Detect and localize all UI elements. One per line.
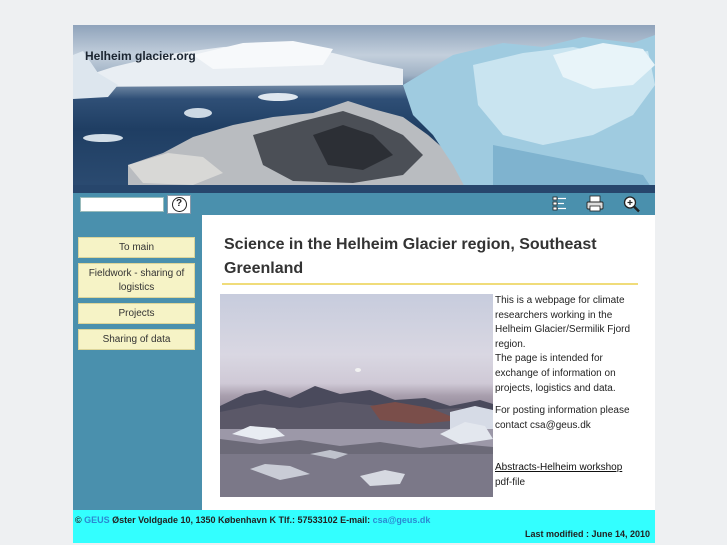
geus-link[interactable]: GEUS	[84, 515, 110, 525]
nav-fieldwork[interactable]: Fieldwork - sharing of logistics	[78, 263, 195, 298]
nav-to-main[interactable]: To main	[78, 237, 195, 258]
intro-paragraph-2: The page is intended for exchange of inf…	[495, 353, 616, 394]
toolbar: ?	[73, 193, 655, 215]
heading-divider	[222, 283, 638, 285]
intro-text: This is a webpage for climate researcher…	[495, 294, 645, 396]
last-modified: Last modified : June 14, 2010	[524, 529, 650, 539]
print-icon[interactable]	[585, 195, 605, 213]
footer-address: Øster Voldgade 10, 1350 København K Tlf.…	[109, 515, 373, 525]
help-icon: ?	[171, 197, 187, 212]
search-input[interactable]	[80, 197, 164, 212]
main-content: Science in the Helheim Glacier region, S…	[202, 215, 655, 510]
copyright-symbol: ©	[75, 515, 82, 525]
fjord-photo	[220, 294, 493, 497]
page-title: Science in the Helheim Glacier region, S…	[224, 236, 597, 277]
page: Helheim glacier.org ? To main Fieldwork …	[73, 25, 655, 543]
site-title[interactable]: Helheim glacier.org	[85, 49, 196, 63]
footer-email-link[interactable]: csa@geus.dk	[373, 515, 431, 525]
sidebar: To main Fieldwork - sharing of logistics…	[73, 215, 202, 510]
nav-projects[interactable]: Projects	[78, 303, 195, 324]
fjord-photo-art	[220, 368, 493, 497]
nav-sharing-of-data[interactable]: Sharing of data	[78, 329, 195, 350]
zoom-icon[interactable]	[622, 195, 642, 213]
abstracts-link[interactable]: Abstracts-Helheim workshop	[495, 462, 622, 473]
contact-text: For posting information please contact c…	[495, 405, 630, 431]
header-banner: Helheim glacier.org	[73, 25, 655, 193]
footer-contact-line: © GEUS Øster Voldgade 10, 1350 København…	[75, 515, 430, 525]
help-button[interactable]: ?	[167, 195, 191, 214]
footer: © GEUS Øster Voldgade 10, 1350 København…	[73, 510, 655, 543]
intro-paragraph-1: This is a webpage for climate researcher…	[495, 295, 631, 350]
sitemap-icon[interactable]	[550, 195, 570, 213]
pdf-note: pdf-file	[495, 477, 526, 488]
